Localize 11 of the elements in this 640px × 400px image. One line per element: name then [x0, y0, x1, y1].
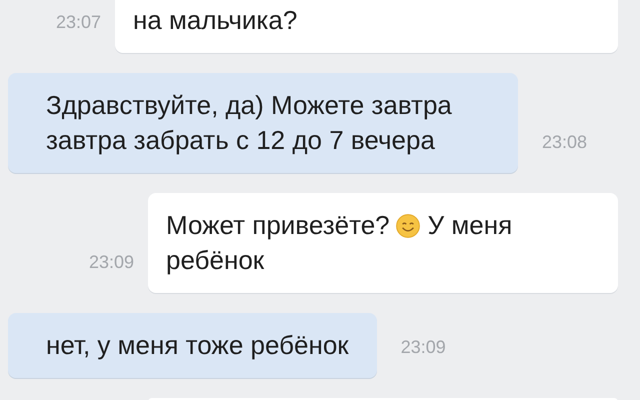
message-time: 23:09 — [88, 252, 134, 273]
message-text: Здравствуйте, да) Можете завтра завтра забрать с 12 до 7 вечера — [46, 89, 453, 157]
message-time: 23:08 — [542, 132, 588, 153]
message-text: У меня — [428, 209, 512, 242]
message-text: нет, у меня тоже ребёнок — [46, 329, 349, 362]
message-time: 23:09 — [400, 337, 446, 358]
message-text: Может привезёте? — [166, 209, 390, 242]
message-text: на мальчика? — [133, 4, 298, 37]
message-text: ребёнок — [166, 244, 264, 277]
smiley-icon — [396, 214, 420, 238]
message-time: 23:07 — [56, 12, 101, 33]
